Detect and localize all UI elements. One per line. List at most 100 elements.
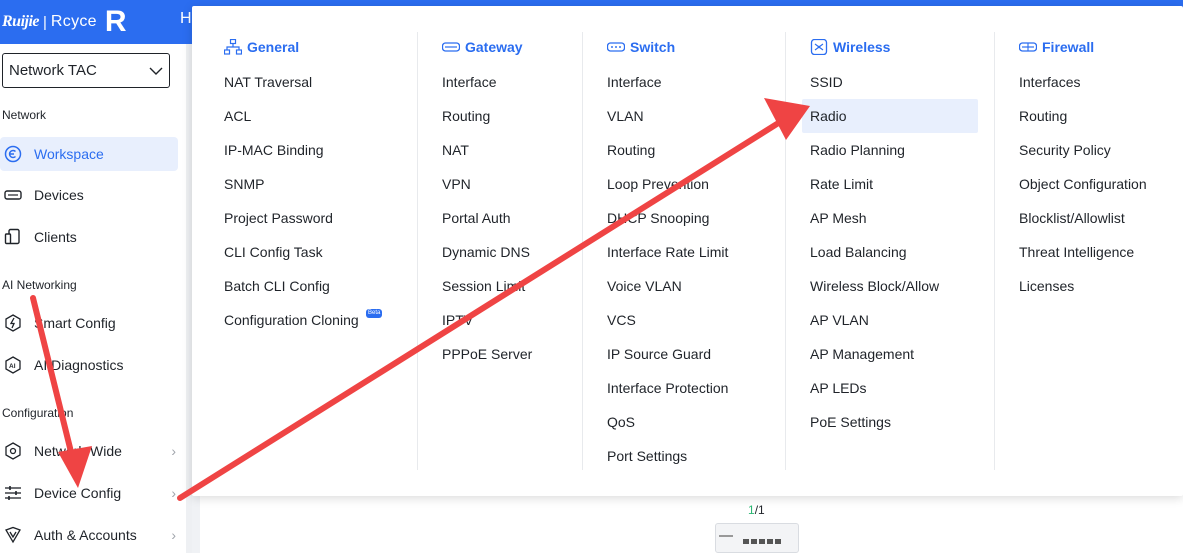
menu-item-cli-config-task[interactable]: CLI Config Task bbox=[224, 235, 323, 269]
menu-item-pppoe-server[interactable]: PPPoE Server bbox=[442, 337, 532, 371]
menu-item-nat[interactable]: NAT bbox=[442, 133, 469, 167]
sidebar-item-smart-config[interactable]: Smart Config bbox=[0, 306, 178, 340]
menu-item-firewall-routing[interactable]: Routing bbox=[1019, 99, 1067, 133]
menu-item-ap-management[interactable]: AP Management bbox=[810, 337, 914, 371]
menu-item-configuration-cloning[interactable]: Configuration Cloning Beta bbox=[224, 303, 383, 337]
menu-item-project-password[interactable]: Project Password bbox=[224, 201, 333, 235]
menu-item-batch-cli-config[interactable]: Batch CLI Config bbox=[224, 269, 330, 303]
sidebar-item-network-wide[interactable]: Network-Wide › bbox=[0, 434, 178, 468]
menu-heading-label: Gateway bbox=[465, 39, 523, 55]
menu-item-acl[interactable]: ACL bbox=[224, 99, 251, 133]
menu-item-blocklist-allowlist[interactable]: Blocklist/Allowlist bbox=[1019, 201, 1125, 235]
column-divider bbox=[994, 32, 995, 470]
device-config-menu: General NAT Traversal ACL IP-MAC Binding… bbox=[192, 6, 1183, 496]
top-nav-peek[interactable]: H bbox=[180, 10, 192, 28]
shield-icon bbox=[4, 526, 22, 544]
chevron-right-icon: › bbox=[171, 443, 176, 459]
menu-item-vpn[interactable]: VPN bbox=[442, 167, 471, 201]
menu-heading-firewall: Firewall bbox=[1019, 39, 1094, 55]
menu-item-poe-settings[interactable]: PoE Settings bbox=[810, 405, 891, 439]
menu-item-interface-protection[interactable]: Interface Protection bbox=[607, 371, 728, 405]
brand-mark: R bbox=[104, 5, 127, 38]
menu-item-ap-mesh[interactable]: AP Mesh bbox=[810, 201, 867, 235]
menu-item-security-policy[interactable]: Security Policy bbox=[1019, 133, 1111, 167]
menu-item-iptv[interactable]: IPTV bbox=[442, 303, 473, 337]
workspace-icon bbox=[4, 145, 22, 163]
beta-badge: Beta bbox=[366, 309, 383, 318]
menu-item-interfaces[interactable]: Interfaces bbox=[1019, 65, 1080, 99]
menu-item-dhcp-snooping[interactable]: DHCP Snooping bbox=[607, 201, 709, 235]
sidebar-item-label: AI Diagnostics bbox=[34, 357, 124, 373]
network-select[interactable]: Network TAC bbox=[2, 53, 170, 88]
chevron-right-icon: › bbox=[171, 527, 176, 543]
menu-column-gateway: Gateway Interface Routing NAT VPN Portal… bbox=[442, 32, 582, 470]
menu-item-nat-traversal[interactable]: NAT Traversal bbox=[224, 65, 312, 99]
menu-item-switch-interface[interactable]: Interface bbox=[607, 65, 661, 99]
devices-icon bbox=[4, 186, 22, 204]
section-label-network: Network bbox=[2, 108, 47, 122]
sidebar-item-device-config[interactable]: Device Config › bbox=[0, 476, 178, 510]
menu-item-voice-vlan[interactable]: Voice VLAN bbox=[607, 269, 682, 303]
menu-item-ip-source-guard[interactable]: IP Source Guard bbox=[607, 337, 711, 371]
menu-item-gateway-routing[interactable]: Routing bbox=[442, 99, 490, 133]
sidebar-item-label: Device Config bbox=[34, 485, 122, 501]
menu-heading-switch: Switch bbox=[607, 39, 675, 55]
menu-item-threat-intelligence[interactable]: Threat Intelligence bbox=[1019, 235, 1134, 269]
menu-item-snmp[interactable]: SNMP bbox=[224, 167, 264, 201]
sidebar-item-label: Network-Wide bbox=[34, 443, 122, 459]
device-counter-online: 1 bbox=[748, 503, 755, 517]
menu-item-ap-leds[interactable]: AP LEDs bbox=[810, 371, 867, 405]
network-select-value: Network TAC bbox=[9, 62, 97, 79]
menu-item-port-settings[interactable]: Port Settings bbox=[607, 439, 687, 473]
menu-item-switch-routing[interactable]: Routing bbox=[607, 133, 655, 167]
menu-item-vcs[interactable]: VCS bbox=[607, 303, 636, 337]
sidebar-item-workspace[interactable]: Workspace bbox=[0, 137, 178, 171]
menu-heading-label: Wireless bbox=[833, 39, 891, 55]
menu-item-interface-rate-limit[interactable]: Interface Rate Limit bbox=[607, 235, 728, 269]
ruijie-logo[interactable]: Ruijie | Rcyce R bbox=[0, 0, 192, 44]
brand-name: Ruijie bbox=[2, 13, 40, 30]
sidebar-item-ai-diagnostics[interactable]: AI AI Diagnostics bbox=[0, 348, 178, 382]
menu-item-load-balancing[interactable]: Load Balancing bbox=[810, 235, 907, 269]
menu-heading-label: Switch bbox=[630, 39, 676, 55]
menu-column-general: General NAT Traversal ACL IP-MAC Binding… bbox=[224, 32, 414, 470]
sidebar-item-devices[interactable]: Devices bbox=[0, 178, 178, 212]
smart-config-icon bbox=[4, 314, 22, 332]
device-label-mark bbox=[719, 535, 733, 537]
network-tree-icon bbox=[224, 39, 242, 55]
brand-separator: | bbox=[43, 13, 47, 31]
menu-item-rate-limit[interactable]: Rate Limit bbox=[810, 167, 873, 201]
menu-item-session-limit[interactable]: Session Limit bbox=[442, 269, 525, 303]
menu-item-radio[interactable]: Radio bbox=[802, 99, 978, 133]
firewall-icon bbox=[1019, 42, 1037, 52]
menu-column-switch: Switch Interface VLAN Routing Loop Preve… bbox=[607, 32, 777, 470]
menu-item-dynamic-dns[interactable]: Dynamic DNS bbox=[442, 235, 530, 269]
sidebar-item-clients[interactable]: Clients bbox=[0, 220, 178, 254]
menu-item-qos[interactable]: QoS bbox=[607, 405, 635, 439]
column-divider bbox=[417, 32, 418, 470]
switch-device-image[interactable] bbox=[715, 523, 799, 553]
access-point-icon bbox=[810, 39, 828, 55]
menu-heading-general: General bbox=[224, 39, 299, 55]
sliders-icon bbox=[4, 484, 22, 502]
menu-heading-label: Firewall bbox=[1042, 39, 1095, 55]
menu-item-object-configuration[interactable]: Object Configuration bbox=[1019, 167, 1147, 201]
menu-item-ap-vlan[interactable]: AP VLAN bbox=[810, 303, 869, 337]
sidebar-item-auth-accounts[interactable]: Auth & Accounts › bbox=[0, 518, 178, 552]
sidebar-item-label: Devices bbox=[34, 187, 84, 203]
menu-item-radio-planning[interactable]: Radio Planning bbox=[810, 133, 905, 167]
menu-column-wireless: Wireless SSID Radio Radio Planning Rate … bbox=[802, 32, 990, 470]
menu-item-vlan[interactable]: VLAN bbox=[607, 99, 644, 133]
menu-item-gateway-interface[interactable]: Interface bbox=[442, 65, 496, 99]
menu-item-ssid[interactable]: SSID bbox=[810, 65, 843, 99]
menu-item-portal-auth[interactable]: Portal Auth bbox=[442, 201, 511, 235]
menu-item-loop-prevention[interactable]: Loop Prevention bbox=[607, 167, 709, 201]
menu-column-firewall: Firewall Interfaces Routing Security Pol… bbox=[1019, 32, 1179, 470]
menu-item-wireless-block-allow[interactable]: Wireless Block/Allow bbox=[810, 269, 939, 303]
menu-item-licenses[interactable]: Licenses bbox=[1019, 269, 1074, 303]
section-label-configuration: Configuration bbox=[2, 406, 74, 420]
menu-item-ip-mac-binding[interactable]: IP-MAC Binding bbox=[224, 133, 324, 167]
sub-brand: Rcyce bbox=[50, 13, 97, 30]
sidebar-item-label: Smart Config bbox=[34, 315, 116, 331]
sidebar: Network TAC Network Workspace Devices Cl… bbox=[0, 44, 186, 553]
